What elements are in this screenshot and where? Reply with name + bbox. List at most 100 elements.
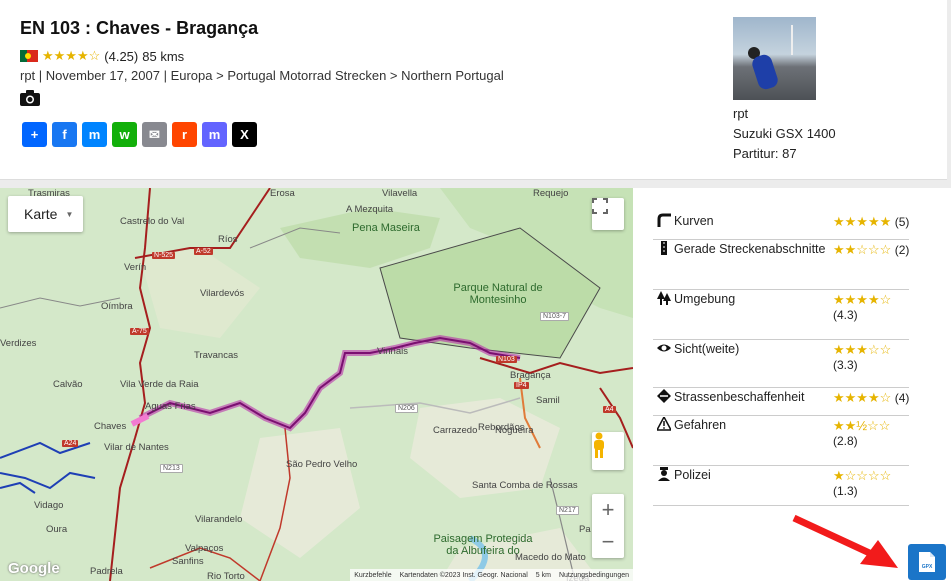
criteria-score: ★★★★☆ (4.3) <box>833 292 891 322</box>
shortcuts-link[interactable]: Kurzbefehle <box>354 572 391 579</box>
map-type-dropdown[interactable]: Karte ▼ <box>8 196 83 232</box>
criteria-value: (3.3) <box>833 358 858 372</box>
road-shield: IP4 <box>514 382 529 389</box>
warning-icon <box>655 415 673 431</box>
road-shield: N103 <box>496 356 517 363</box>
map-place-label: Parque Natural de Montesinho <box>453 282 543 306</box>
route-map[interactable]: A Mezquita Pena Maseira Castrelo do Val Río… <box>0 188 633 581</box>
map-place-label: Oímbra <box>101 301 133 312</box>
route-length: 85 kms <box>142 48 185 64</box>
gpx-download-button[interactable]: GPX <box>908 544 946 580</box>
share-x-button[interactable]: X <box>232 122 257 147</box>
criteria-value: (5) <box>894 215 910 229</box>
share-reddit-button[interactable]: r <box>172 122 197 147</box>
share-email-button[interactable]: ✉ <box>142 122 167 147</box>
criteria-label-wrap: Strassenbeschaffenheit <box>657 388 827 407</box>
criteria-score: ★★½☆☆ (2.8) <box>833 418 890 448</box>
criteria-row: Sicht(weite) ★★★☆☆ (3.3) <box>653 340 909 388</box>
criteria-label-wrap: Polizei <box>657 466 827 485</box>
map-place-label: Travancas <box>194 350 238 361</box>
map-data-text: Kartendaten ©2023 Inst. Geogr. Nacional <box>399 571 528 579</box>
road-shield: A-75 <box>130 328 149 335</box>
breadcrumb-northern-portugal[interactable]: Northern Portugal <box>401 68 504 83</box>
criteria-value: (1.3) <box>833 484 858 498</box>
terms-link[interactable]: Nutzungsbedingungen <box>559 572 629 579</box>
criteria-value: (2) <box>894 243 910 257</box>
criteria-label-wrap: Kurven <box>657 212 827 231</box>
criteria-value: (4.3) <box>833 308 858 322</box>
map-canvas <box>0 188 633 581</box>
road-shield: N213 <box>160 464 183 473</box>
criteria-row: Strassenbeschaffenheit ★★★★☆ (4) <box>653 388 909 416</box>
google-logo: Google <box>8 560 60 577</box>
share-facebook-button[interactable]: f <box>52 122 77 147</box>
author-link[interactable]: rpt <box>20 68 35 83</box>
share-messenger-button[interactable]: m <box>82 122 107 147</box>
street-view-pegman[interactable] <box>592 432 624 470</box>
map-place-label: Castrelo do Val <box>120 216 185 227</box>
zoom-out-button[interactable]: − <box>592 526 624 558</box>
criteria-stars: ★★½☆☆ <box>833 418 891 433</box>
breadcrumb-europa[interactable]: Europa <box>171 68 213 83</box>
road-shield: A4 <box>603 406 616 413</box>
red-arrow-icon <box>792 514 898 568</box>
portugal-flag-icon <box>20 50 38 62</box>
rider-photo[interactable] <box>733 17 816 100</box>
map-place-label: Erosa <box>270 188 295 199</box>
criteria-stars: ★★★★☆ <box>833 292 892 307</box>
pegman-icon <box>594 432 604 458</box>
share-buttons: + f m w ✉ r m X <box>22 122 257 147</box>
criteria-row: Gerade Streckenabschnitte ★★☆☆☆ (2) <box>653 240 909 290</box>
map-place-label: Carrazedo <box>433 425 478 436</box>
route-meta: rpt | November 17, 2007 | Europa > Portu… <box>20 68 504 83</box>
rider-name[interactable]: rpt <box>733 104 836 124</box>
trees-icon <box>657 291 671 305</box>
gpx-file-icon: GPX <box>919 552 935 572</box>
scale-label[interactable]: 5 km <box>536 572 551 579</box>
camera-icon[interactable] <box>20 90 40 106</box>
road-shield: N-525 <box>152 252 176 259</box>
map-place-label: Bragança <box>510 370 551 381</box>
map-place-label: Calvão <box>53 379 83 390</box>
criteria-stars: ★☆☆☆☆ <box>833 468 892 483</box>
map-place-label: Samil <box>536 395 560 406</box>
criteria-stars: ★★★☆☆ <box>833 342 892 357</box>
map-place-label: Vilavella <box>382 188 418 199</box>
road-shield: N206 <box>395 404 418 413</box>
road-surface-icon <box>657 389 671 403</box>
criteria-label-wrap: Gerade Streckenabschnitte <box>657 240 827 259</box>
share-plus-button[interactable]: + <box>22 122 47 147</box>
map-type-label: Karte <box>24 206 58 222</box>
map-place-label: Santa Comba de Rossas <box>472 480 578 491</box>
map-place-label: Vilarandelo <box>195 514 243 525</box>
rider-bike: Suzuki GSX 1400 <box>733 126 836 141</box>
criteria-score: ★★★★☆ (4) <box>833 390 909 406</box>
breadcrumb-portugal[interactable]: Portugal Motorrad Strecken <box>227 68 386 83</box>
rating-value: (4.25) <box>104 48 139 64</box>
date: November 17, 2007 <box>45 68 160 83</box>
share-whatsapp-button[interactable]: w <box>112 122 137 147</box>
map-place-label: Verín <box>124 262 147 273</box>
fullscreen-button[interactable] <box>592 198 624 230</box>
map-place-label: Macedo do Mato <box>515 552 586 563</box>
map-place-label: Vinhais <box>377 346 408 357</box>
map-place-label: Vilar de Nantes <box>104 442 169 453</box>
road-shield: N103-7 <box>540 312 569 321</box>
eye-icon <box>657 341 671 355</box>
criteria-label: Polizei <box>674 468 711 482</box>
criteria-label: Kurven <box>674 214 714 228</box>
rider-info: rpt Suzuki GSX 1400 Partitur: 87 <box>733 17 836 164</box>
criteria-label-wrap: Gefahren <box>655 415 827 435</box>
criteria-label: Sicht(weite) <box>674 342 740 356</box>
share-mastodon-button[interactable]: m <box>202 122 227 147</box>
map-place-label: Vilardevós <box>200 288 245 299</box>
map-place-label: A Mezquita <box>346 204 393 215</box>
route-title: EN 103 : Chaves - Bragança <box>20 18 259 38</box>
criteria-value: (2.8) <box>833 434 858 448</box>
zoom-in-button[interactable]: + <box>592 494 624 526</box>
road-shield: A24 <box>62 440 79 447</box>
criteria-label: Gefahren <box>674 418 727 432</box>
map-place-label: Requejo <box>533 188 569 199</box>
map-place-label: Vidago <box>34 500 64 511</box>
map-place-label: Oura <box>46 524 68 535</box>
